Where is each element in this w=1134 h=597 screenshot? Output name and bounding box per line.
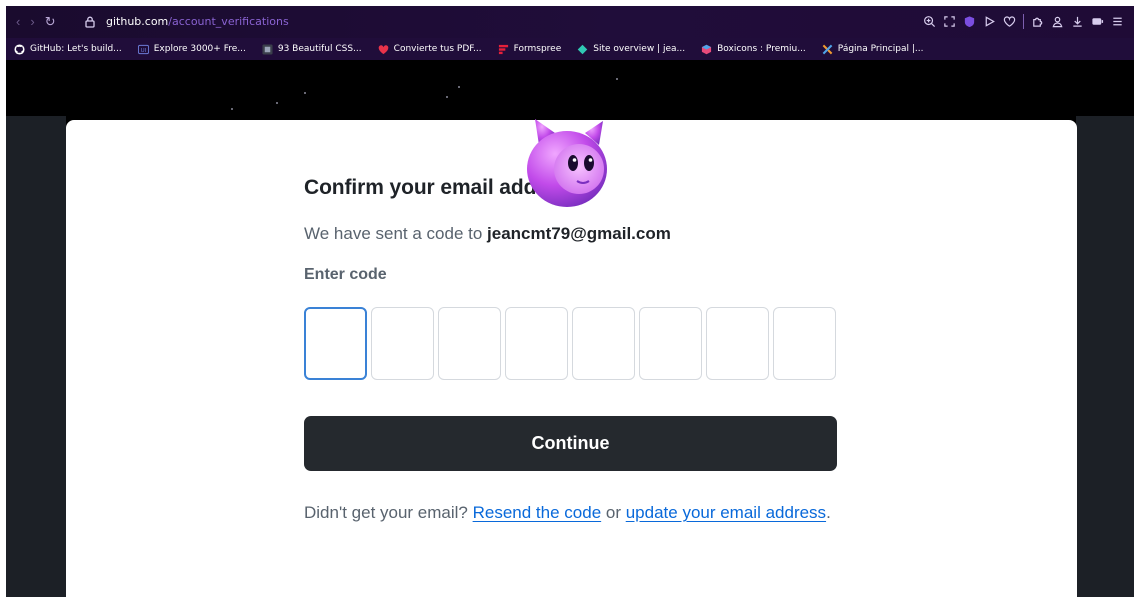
play-icon[interactable] bbox=[983, 15, 996, 28]
code-digit-3[interactable] bbox=[438, 307, 501, 380]
download-icon[interactable] bbox=[1071, 15, 1084, 28]
menu-icon[interactable] bbox=[1111, 15, 1124, 28]
code-input-group bbox=[304, 307, 837, 380]
bookmarks-bar: GitHub: Let's build... UI Explore 3000+ … bbox=[6, 38, 1134, 60]
code-digit-6[interactable] bbox=[639, 307, 702, 380]
lock-icon bbox=[85, 16, 95, 28]
update-email-link[interactable]: update your email address bbox=[626, 503, 826, 522]
toolbar-separator bbox=[1023, 14, 1024, 29]
heart-icon[interactable] bbox=[1003, 15, 1016, 28]
star-decoration bbox=[616, 78, 618, 80]
bookmark-formspree[interactable]: Formspree bbox=[498, 44, 561, 55]
shield-extension-icon[interactable] bbox=[963, 15, 976, 28]
code-digit-7[interactable] bbox=[706, 307, 769, 380]
back-button[interactable]: ‹ bbox=[16, 15, 20, 28]
formspree-icon bbox=[498, 44, 508, 54]
puzzle-icon[interactable] bbox=[1031, 15, 1044, 28]
star-decoration bbox=[276, 102, 278, 104]
bookmark-explore[interactable]: UI Explore 3000+ Fre... bbox=[137, 44, 246, 55]
url-path: /account_verifications bbox=[168, 15, 289, 28]
code-digit-5[interactable] bbox=[572, 307, 635, 380]
pdf-heart-icon bbox=[378, 44, 388, 54]
url-host: github.com bbox=[106, 15, 169, 28]
code-digit-8[interactable] bbox=[773, 307, 836, 380]
email-address: jeancmt79@gmail.com bbox=[487, 224, 671, 243]
bookmark-pdf[interactable]: Convierte tus PDF... bbox=[378, 44, 482, 55]
code-digit-2[interactable] bbox=[371, 307, 434, 380]
css-icon bbox=[262, 43, 273, 55]
star-decoration bbox=[231, 108, 233, 110]
star-decoration bbox=[446, 96, 448, 98]
code-digit-1[interactable] bbox=[304, 307, 367, 380]
page-viewport: Confirm your email address We have sent … bbox=[6, 60, 1134, 597]
github-icon bbox=[14, 43, 25, 55]
bookmark-principal[interactable]: Página Principal |... bbox=[822, 44, 923, 55]
boxicons-icon bbox=[702, 44, 712, 54]
code-label: Enter code bbox=[304, 266, 387, 283]
bookmark-github[interactable]: GitHub: Let's build... bbox=[14, 43, 122, 55]
code-digit-4[interactable] bbox=[505, 307, 568, 380]
toolbar-icons bbox=[923, 14, 1124, 29]
screenshot-icon[interactable] bbox=[943, 15, 956, 28]
address-bar[interactable]: github.com/account_verifications bbox=[83, 15, 289, 29]
bookmark-css[interactable]: 93 Beautiful CSS... bbox=[262, 43, 362, 55]
resend-code-link[interactable]: Resend the code bbox=[473, 503, 602, 522]
bookmark-boxicons[interactable]: Boxicons : Premiu... bbox=[701, 44, 806, 55]
code-sent-message: We have sent a code to jeancmt79@gmail.c… bbox=[304, 224, 671, 243]
bookmark-netlify[interactable]: Site overview | jea... bbox=[577, 44, 685, 55]
continue-button[interactable]: Continue bbox=[304, 416, 837, 471]
resend-help-text: Didn't get your email? Resend the code o… bbox=[304, 503, 831, 522]
battery-icon[interactable] bbox=[1091, 15, 1104, 28]
page-side-panel-left bbox=[6, 116, 66, 597]
page-side-panel-right bbox=[1076, 116, 1134, 597]
profile-icon[interactable] bbox=[1051, 15, 1064, 28]
octocat-mascot-icon bbox=[527, 119, 607, 207]
browser-toolbar: ‹ › ↻ github.com/account_verifications bbox=[6, 6, 1134, 38]
ui-icon: UI bbox=[137, 44, 149, 54]
browser-window: ‹ › ↻ github.com/account_verifications G… bbox=[6, 6, 1134, 597]
x-logo-icon bbox=[822, 44, 833, 54]
reload-button[interactable]: ↻ bbox=[45, 15, 56, 28]
zoom-icon[interactable] bbox=[923, 15, 936, 28]
netlify-icon bbox=[577, 44, 588, 54]
verification-form: Confirm your email address We have sent … bbox=[304, 175, 837, 526]
star-decoration bbox=[458, 86, 460, 88]
star-decoration bbox=[304, 92, 306, 94]
nav-controls: ‹ › ↻ bbox=[16, 15, 56, 28]
svg-text:UI: UI bbox=[140, 47, 146, 53]
forward-button[interactable]: › bbox=[30, 15, 34, 28]
